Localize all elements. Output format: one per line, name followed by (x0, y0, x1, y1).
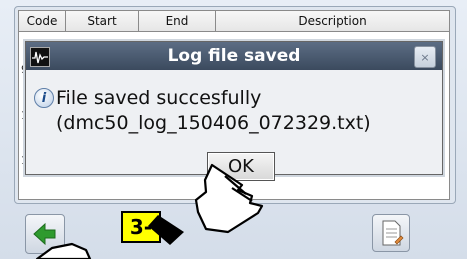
hand-pointer-icon (35, 163, 264, 259)
